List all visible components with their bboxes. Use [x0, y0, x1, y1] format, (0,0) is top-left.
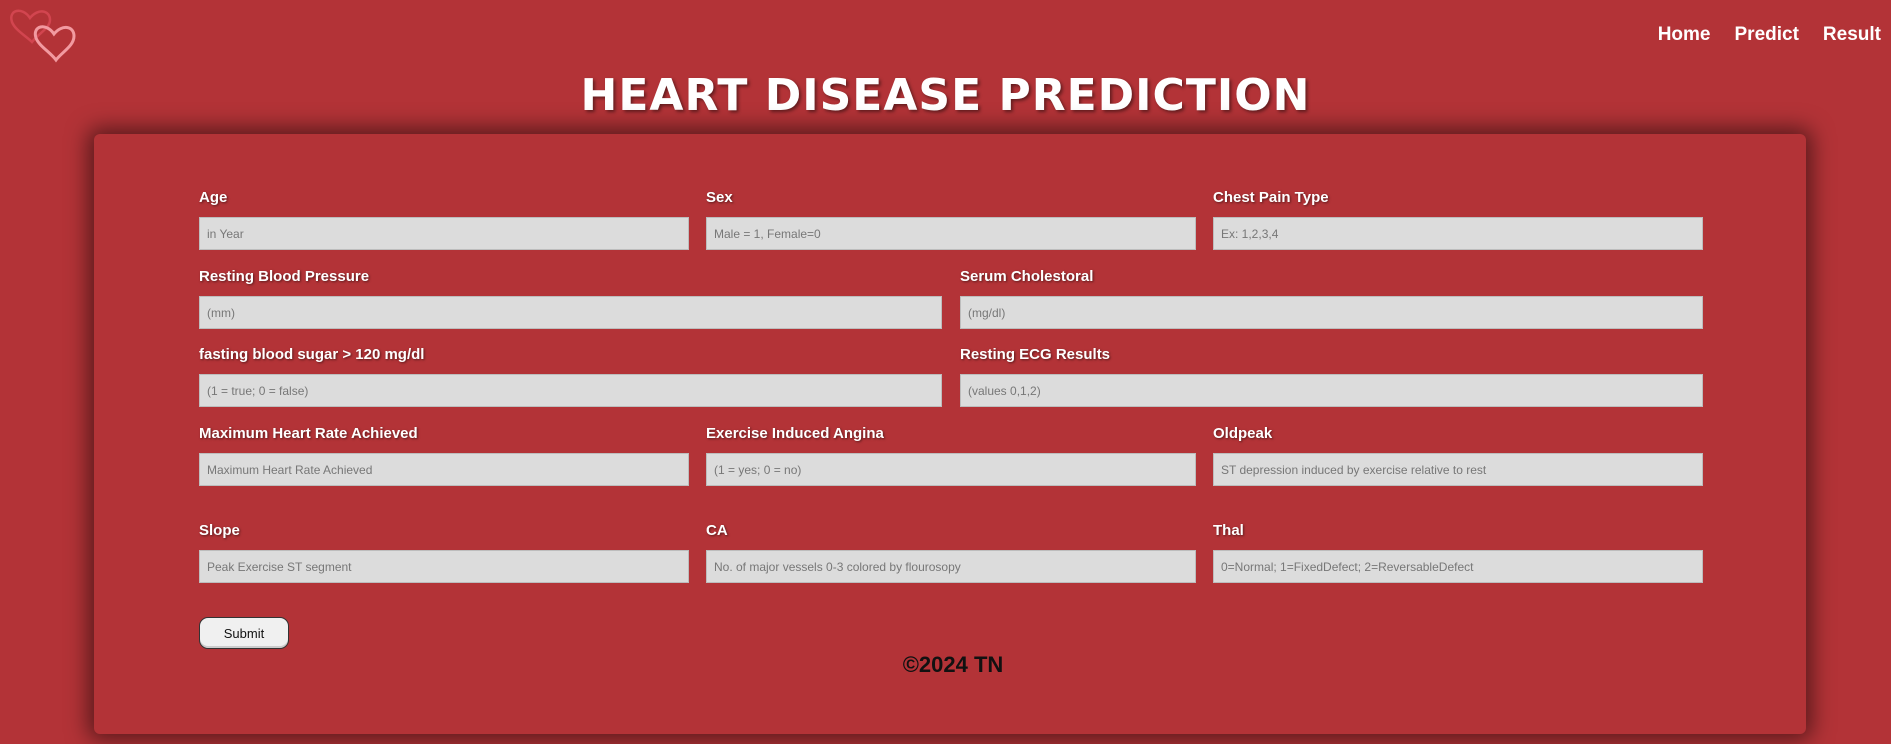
- resting-bp-field: Resting Blood Pressure: [199, 267, 942, 329]
- cholesterol-input[interactable]: [960, 296, 1703, 329]
- age-input[interactable]: [199, 217, 689, 250]
- submit-button[interactable]: Submit: [199, 617, 289, 649]
- prediction-form-card: Age Sex Chest Pain Type Resting Blood Pr…: [94, 134, 1806, 734]
- oldpeak-field: Oldpeak: [1213, 424, 1703, 486]
- nav-result-link[interactable]: Result: [1823, 24, 1881, 46]
- page-title: HEART DISEASE PREDICTION: [580, 70, 1311, 121]
- fasting-blood-sugar-input[interactable]: [199, 374, 942, 407]
- resting-bp-label: Resting Blood Pressure: [199, 268, 370, 285]
- slope-field: Slope: [199, 521, 689, 583]
- sex-input[interactable]: [706, 217, 1196, 250]
- oldpeak-input[interactable]: [1213, 453, 1703, 486]
- fasting-blood-sugar-label: fasting blood sugar > 120 mg/dl: [199, 346, 425, 363]
- ca-input[interactable]: [706, 550, 1196, 583]
- exercise-angina-field: Exercise Induced Angina: [706, 424, 1196, 486]
- resting-bp-input[interactable]: [199, 296, 942, 329]
- oldpeak-label: Oldpeak: [1213, 425, 1273, 442]
- age-field: Age: [199, 188, 689, 250]
- resting-ecg-label: Resting ECG Results: [960, 346, 1111, 363]
- nav-home-link[interactable]: Home: [1658, 24, 1711, 46]
- copyright-footer: ©2024 TN: [902, 652, 1004, 677]
- cholesterol-field: Serum Cholestoral: [960, 267, 1703, 329]
- top-nav: Home Predict Result: [1634, 24, 1881, 46]
- sex-field: Sex: [706, 188, 1196, 250]
- thal-label: Thal: [1213, 522, 1244, 539]
- slope-input[interactable]: [199, 550, 689, 583]
- ca-label: CA: [706, 522, 728, 539]
- resting-ecg-field: Resting ECG Results: [960, 345, 1703, 407]
- hearts-logo-icon: [10, 9, 76, 63]
- max-heart-rate-field: Maximum Heart Rate Achieved: [199, 424, 689, 486]
- chest-pain-label: Chest Pain Type: [1213, 189, 1329, 206]
- max-heart-rate-input[interactable]: [199, 453, 689, 486]
- ca-field: CA: [706, 521, 1196, 583]
- cholesterol-label: Serum Cholestoral: [960, 268, 1094, 285]
- fasting-blood-sugar-field: fasting blood sugar > 120 mg/dl: [199, 345, 942, 407]
- chest-pain-field: Chest Pain Type: [1213, 188, 1703, 250]
- age-label: Age: [199, 189, 228, 206]
- slope-label: Slope: [199, 522, 240, 539]
- chest-pain-input[interactable]: [1213, 217, 1703, 250]
- thal-input[interactable]: [1213, 550, 1703, 583]
- sex-label: Sex: [706, 189, 733, 206]
- thal-field: Thal: [1213, 521, 1703, 583]
- exercise-angina-label: Exercise Induced Angina: [706, 425, 884, 442]
- max-heart-rate-label: Maximum Heart Rate Achieved: [199, 425, 418, 442]
- exercise-angina-input[interactable]: [706, 453, 1196, 486]
- resting-ecg-input[interactable]: [960, 374, 1703, 407]
- nav-predict-link[interactable]: Predict: [1735, 24, 1799, 46]
